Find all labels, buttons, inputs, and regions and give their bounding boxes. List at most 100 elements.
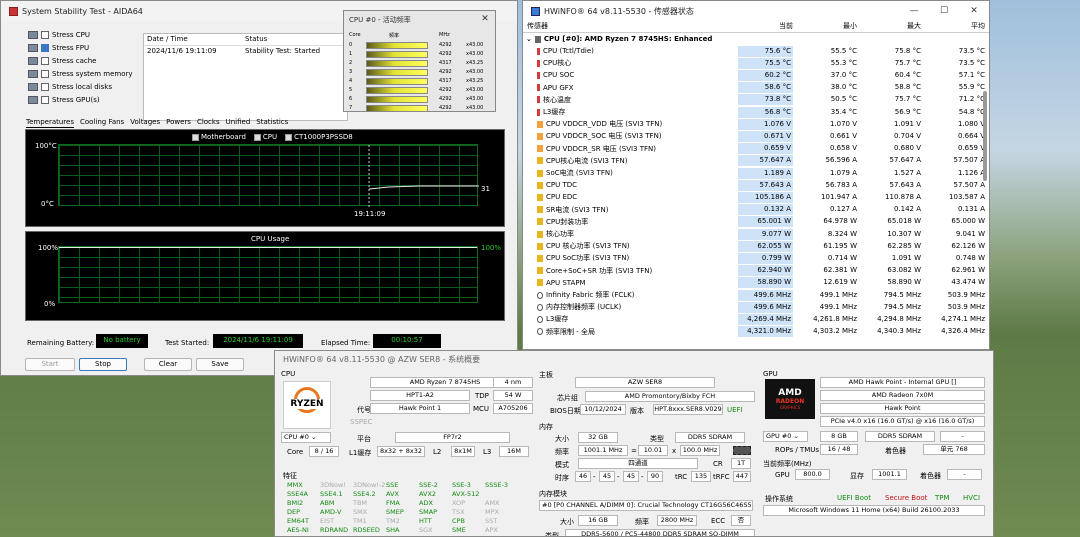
status-list[interactable]: Date / Time Status 2024/11/6 19:11:09 St… bbox=[143, 33, 348, 121]
sensor-min: 0.658 V bbox=[829, 144, 857, 153]
mem-freq: 1001.1 MHz bbox=[578, 445, 628, 456]
core-index: 0 bbox=[349, 42, 353, 48]
sensor-max: 75.7 °C bbox=[894, 95, 921, 104]
sensor-row[interactable]: 核心功率 9.077 W 8.324 W 10.307 W 9.041 W bbox=[523, 228, 985, 240]
vertical-scrollbar[interactable] bbox=[983, 91, 987, 181]
sensor-row[interactable]: L3缓存 56.8 °C 35.4 °C 56.9 °C 54.8 °C bbox=[523, 106, 985, 118]
sensor-row[interactable]: L3缓存 4,269.4 MHz 4,261.8 MHz 4,294.8 MHz 4,2… bbox=[523, 313, 985, 325]
sensor-max: 75.8 °C bbox=[894, 46, 921, 55]
stop-button[interactable]: Stop bbox=[79, 358, 127, 371]
sensor-max: 58.890 W bbox=[887, 278, 921, 287]
temperature-line bbox=[368, 145, 479, 207]
tab-clocks[interactable]: Clocks bbox=[197, 117, 220, 128]
sensor-row[interactable]: CPU (Tctl/Tdie) 75.6 °C 55.5 °C 75.8 °C 73.5… bbox=[523, 45, 985, 57]
sensor-row[interactable]: 频率限制 - 全局 4,321.0 MHz 4,303.2 MHz 4,340.3 M… bbox=[523, 326, 985, 338]
sensor-min: 61.195 W bbox=[823, 241, 857, 250]
close-icon[interactable]: ✕ bbox=[475, 11, 495, 27]
col-sensor[interactable]: 传感器 bbox=[523, 21, 738, 32]
sensor-row[interactable]: CPU EDC 105.186 A 101.947 A 110.878 A 103.58… bbox=[523, 191, 985, 203]
cpu-select[interactable]: CPU #0 ⌄ bbox=[281, 432, 331, 443]
sensor-row[interactable]: CPU封装功率 65.001 W 64.978 W 65.018 W 65.000 W bbox=[523, 216, 985, 228]
gpu-select[interactable]: GPU #0 ⌄ bbox=[763, 431, 808, 442]
col-max[interactable]: 最大 bbox=[857, 21, 921, 32]
sensor-current: 0.659 V bbox=[738, 143, 793, 155]
cpu-feature-flag: AES-NI bbox=[287, 526, 309, 534]
sensor-avg: 0.664 V bbox=[957, 131, 985, 140]
cpu-feature-flag: AVX-512 bbox=[452, 490, 480, 498]
sensor-max: 75.7 °C bbox=[894, 58, 921, 67]
sensor-row[interactable]: Core+SoC+SR 功率 (SVI3 TFN) 62.940 W 62.381 … bbox=[523, 265, 985, 277]
sensor-row[interactable]: SoC电流 (SVI3 TFN) 1.189 A 1.079 A 1.527 A 1.1… bbox=[523, 167, 985, 179]
sensor-max: 1.091 V bbox=[893, 119, 921, 128]
core-load-bar bbox=[366, 68, 428, 76]
voltage-icon bbox=[537, 120, 543, 128]
tab-statistics[interactable]: Statistics bbox=[256, 117, 288, 128]
legend-motherboard[interactable]: Motherboard bbox=[192, 133, 246, 141]
load-col-header: 频率 bbox=[389, 33, 400, 39]
sensor-name: 核心功率 bbox=[546, 230, 574, 238]
sensor-min: 55.5 °C bbox=[830, 46, 857, 55]
stress-cache-checkbox[interactable]: Stress cache bbox=[28, 57, 96, 65]
sensor-row[interactable]: 内存控制器频率 (UCLK) 499.6 MHz 499.1 MHz 794.5 MH… bbox=[523, 301, 985, 313]
sensor-min: 56.783 A bbox=[825, 180, 857, 189]
col-avg[interactable]: 平均 bbox=[921, 21, 985, 32]
mem-cr: 1T bbox=[731, 458, 751, 469]
cpu-feature-flag: FMA bbox=[386, 499, 400, 507]
tab-unified[interactable]: Unified bbox=[226, 117, 251, 128]
sensor-min: 8.324 W bbox=[827, 229, 857, 238]
sensor-row[interactable]: CPU 核心功率 (SVI3 TFN) 62.055 W 61.195 W 62.28… bbox=[523, 240, 985, 252]
tab-temperatures[interactable]: Temperatures bbox=[26, 117, 74, 128]
sensor-current: 73.8 °C bbox=[738, 94, 793, 106]
sensor-name: CPU EDC bbox=[546, 193, 578, 202]
sensor-row[interactable]: APU STAPM 58.890 W 12.619 W 58.890 W 43.474 … bbox=[523, 277, 985, 289]
core-mhz: 4317 bbox=[439, 60, 452, 66]
mcu-label: MCU bbox=[473, 405, 490, 413]
l2-label: L2 bbox=[433, 448, 442, 456]
mem-clock-label: 显存 bbox=[850, 472, 864, 480]
gpu-memory: 8 GB bbox=[820, 431, 858, 442]
stress-cpu-checkbox[interactable]: Stress CPU bbox=[28, 31, 90, 39]
col-min[interactable]: 最小 bbox=[793, 21, 857, 32]
sensor-row[interactable]: APU GFX 58.6 °C 38.0 °C 58.8 °C 55.9 °C bbox=[523, 82, 985, 94]
start-button[interactable]: Start bbox=[25, 358, 75, 371]
sensor-row[interactable]: CPU VDDCR_SOC 电压 (SVI3 TFN) 0.671 V 0.661 … bbox=[523, 130, 985, 142]
sensor-name: CPU核心 bbox=[543, 59, 572, 68]
minimize-icon[interactable]: — bbox=[899, 1, 929, 21]
stress-memory-checkbox[interactable]: Stress system memory bbox=[28, 70, 133, 78]
cpu-feature-flag: SGX bbox=[419, 526, 433, 534]
status-list-row[interactable]: 2024/11/6 19:11:09 Stability Test: Start… bbox=[144, 46, 347, 58]
col-current[interactable]: 当前 bbox=[738, 21, 793, 32]
module-select[interactable]: #0 [P0 CHANNEL A/DIMM 0]: Crucial Techno… bbox=[539, 500, 753, 511]
sensor-current: 62.940 W bbox=[738, 265, 793, 277]
sensor-avg: 0.659 V bbox=[957, 144, 985, 153]
legend-ssd[interactable]: CT1000P3PSSD8 bbox=[285, 133, 353, 141]
sensor-avg: 503.9 MHz bbox=[947, 302, 985, 311]
stress-gpu-checkbox[interactable]: Stress GPU(s) bbox=[28, 96, 100, 104]
clear-button[interactable]: Clear bbox=[144, 358, 192, 371]
tab-voltages[interactable]: Voltages bbox=[130, 117, 160, 128]
sensor-row[interactable]: CPU TDC 57.643 A 56.783 A 57.643 A 57.507 A bbox=[523, 179, 985, 191]
tab-cooling-fans[interactable]: Cooling Fans bbox=[80, 117, 124, 128]
cpu-feature-flag: TSX bbox=[452, 508, 465, 516]
sensor-group-cpu[interactable]: ⌄ CPU [#0]: AMD Ryzen 7 8745HS: Enhanced bbox=[523, 33, 985, 45]
core-ratio: x43.25 bbox=[466, 60, 484, 66]
sensor-row[interactable]: 核心温度 73.8 °C 50.5 °C 75.7 °C 71.2 °C bbox=[523, 94, 985, 106]
save-button[interactable]: Save bbox=[196, 358, 244, 371]
sensor-row[interactable]: CPU核心电流 (SVI3 TFN) 57.647 A 56.596 A 57.647… bbox=[523, 155, 985, 167]
sensor-row[interactable]: CPU核心 75.5 °C 55.3 °C 75.7 °C 73.5 °C bbox=[523, 57, 985, 69]
sensor-row[interactable]: CPU VDDCR_SR 电压 (SVI3 TFN) 0.659 V 0.658 V… bbox=[523, 143, 985, 155]
collapse-icon[interactable]: ⌄ bbox=[523, 35, 532, 43]
sensor-row[interactable]: CPU SOC 60.2 °C 37.0 °C 60.4 °C 57.1 °C bbox=[523, 69, 985, 81]
close-icon[interactable]: ✕ bbox=[959, 1, 989, 21]
sensor-row[interactable]: CPU VDDCR_VDD 电压 (SVI3 TFN) 1.076 V 1.070 … bbox=[523, 118, 985, 130]
tab-powers[interactable]: Powers bbox=[166, 117, 191, 128]
sensor-min: 50.5 °C bbox=[830, 95, 857, 104]
maximize-icon[interactable]: ☐ bbox=[929, 1, 959, 21]
sensor-row[interactable]: CPU SoC功率 (SVI3 TFN) 0.799 W 0.714 W 1.091 … bbox=[523, 252, 985, 264]
stress-fpu-checkbox[interactable]: Stress FPU bbox=[28, 44, 89, 52]
stress-disks-checkbox[interactable]: Stress local disks bbox=[28, 83, 112, 91]
core-mhz: 4317 bbox=[439, 78, 452, 84]
sensor-row[interactable]: SR电流 (SVI3 TFN) 0.132 A 0.127 A 0.142 A 0.13… bbox=[523, 204, 985, 216]
sensor-row[interactable]: Infinity Fabric 频率 (FCLK) 499.6 MHz 499.1 … bbox=[523, 289, 985, 301]
legend-cpu[interactable]: CPU bbox=[253, 133, 277, 141]
